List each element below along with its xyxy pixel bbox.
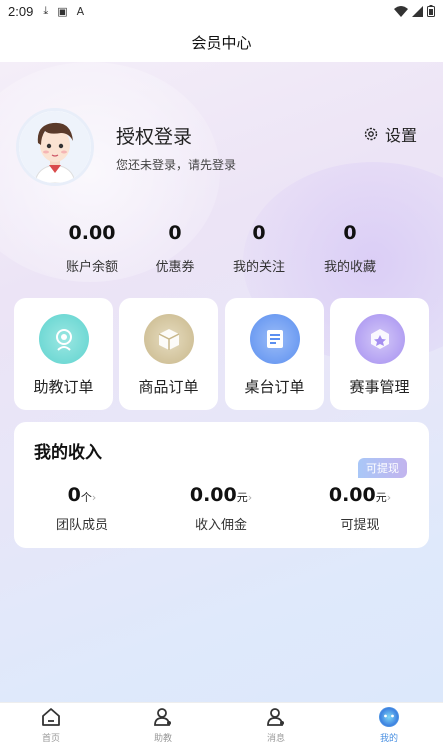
login-title[interactable]: 授权登录: [116, 122, 192, 149]
tab-messages[interactable]: 消息: [241, 705, 311, 744]
income-label: 可提现: [340, 518, 380, 533]
home-icon: [16, 705, 86, 729]
income-unit: 个: [80, 491, 92, 504]
stat-label: 账户余额: [65, 260, 118, 275]
income-card: 我的收入 可提现 0个› 团队成员 0.00元› 收入佣金 0.00元› 可提现: [14, 422, 429, 548]
income-unit: 元: [375, 491, 387, 504]
tab-home[interactable]: 首页: [16, 705, 86, 744]
stat-value: 0: [168, 222, 182, 244]
income-value: 0: [67, 484, 81, 506]
income-commission[interactable]: 0.00元› 收入佣金: [161, 484, 281, 533]
income-label: 团队成员: [55, 518, 108, 533]
avatar-image: [19, 111, 91, 183]
chevron-right-icon: ›: [91, 491, 97, 504]
stats-row: 0.00 账户余额 0 优惠券 0 我的关注 0 我的收藏: [0, 222, 443, 278]
avatar[interactable]: [16, 108, 94, 186]
stat-value: 0: [252, 222, 266, 244]
tile-label: 赛事管理: [349, 378, 410, 396]
coach-icon: [38, 314, 89, 364]
box-icon: [143, 314, 194, 364]
stat-following[interactable]: 0 我的关注: [214, 222, 304, 275]
tile-event-management[interactable]: 赛事管理: [330, 298, 429, 410]
stat-value: 0: [343, 222, 357, 244]
profile-section: 授权登录 您还未登录，请先登录 设置: [16, 108, 427, 186]
income-value: 0.00: [189, 484, 237, 506]
trophy-icon: [354, 314, 405, 364]
login-hint: 您还未登录，请先登录: [116, 158, 237, 172]
coach-tab-icon: [128, 705, 198, 729]
income-title: 我的收入: [34, 443, 102, 463]
status-time: 2:09: [8, 3, 34, 19]
status-bar: 2:09 ⤓ ▣ A: [0, 0, 443, 22]
tab-label: 首页: [41, 734, 60, 744]
stat-label: 优惠券: [155, 260, 195, 275]
stat-favorites[interactable]: 0 我的收藏: [305, 222, 395, 275]
stat-label: 我的关注: [232, 260, 285, 275]
message-icon: [241, 705, 311, 729]
tile-coach-orders[interactable]: 助教订单: [14, 298, 113, 410]
tab-profile[interactable]: 我的: [354, 705, 424, 744]
income-value: 0.00: [328, 484, 376, 506]
receipt-icon: [249, 314, 300, 364]
income-withdrawable[interactable]: 0.00元› 可提现: [300, 484, 420, 533]
chevron-right-icon: ›: [247, 491, 253, 504]
withdraw-badge[interactable]: 可提现: [358, 458, 407, 478]
tile-table-orders[interactable]: 桌台订单: [225, 298, 324, 410]
tile-label: 桌台订单: [244, 378, 305, 396]
tab-label: 我的: [379, 734, 398, 744]
income-label: 收入佣金: [194, 518, 247, 533]
stat-coupons[interactable]: 0 优惠券: [130, 222, 220, 275]
signal-icon: [412, 5, 423, 17]
order-tiles: 助教订单 商品订单 桌台订单 赛事管理: [14, 298, 429, 410]
battery-icon: [427, 5, 435, 17]
chevron-right-icon: ›: [386, 491, 392, 504]
stat-value: 0.00: [68, 222, 116, 244]
gear-icon: [364, 127, 378, 141]
tile-label: 助教订单: [33, 378, 94, 396]
title-bar: 会员中心: [0, 22, 443, 62]
bottom-tab-bar: 首页 助教 消息 我的: [0, 702, 443, 744]
download-icon: ⤓: [43, 4, 49, 17]
stat-balance[interactable]: 0.00 账户余额: [47, 222, 137, 275]
a-icon: A: [76, 4, 85, 18]
profile-icon: [354, 705, 424, 729]
main-content: 授权登录 您还未登录，请先登录 设置 0.00 账户余额 0 优惠券 0 我的关…: [0, 62, 443, 702]
notification-icon: ▣: [57, 4, 68, 18]
wifi-icon: [394, 5, 408, 17]
stat-label: 我的收藏: [323, 260, 376, 275]
income-unit: 元: [236, 491, 248, 504]
tab-coach[interactable]: 助教: [128, 705, 198, 744]
tab-label: 助教: [153, 734, 172, 744]
tab-label: 消息: [266, 734, 285, 744]
settings-label: 设置: [384, 126, 417, 145]
settings-button[interactable]: 设置: [363, 122, 417, 146]
tile-product-orders[interactable]: 商品订单: [119, 298, 218, 410]
page-title: 会员中心: [191, 33, 252, 52]
income-team-members[interactable]: 0个› 团队成员: [22, 484, 142, 533]
tile-label: 商品订单: [138, 378, 199, 396]
